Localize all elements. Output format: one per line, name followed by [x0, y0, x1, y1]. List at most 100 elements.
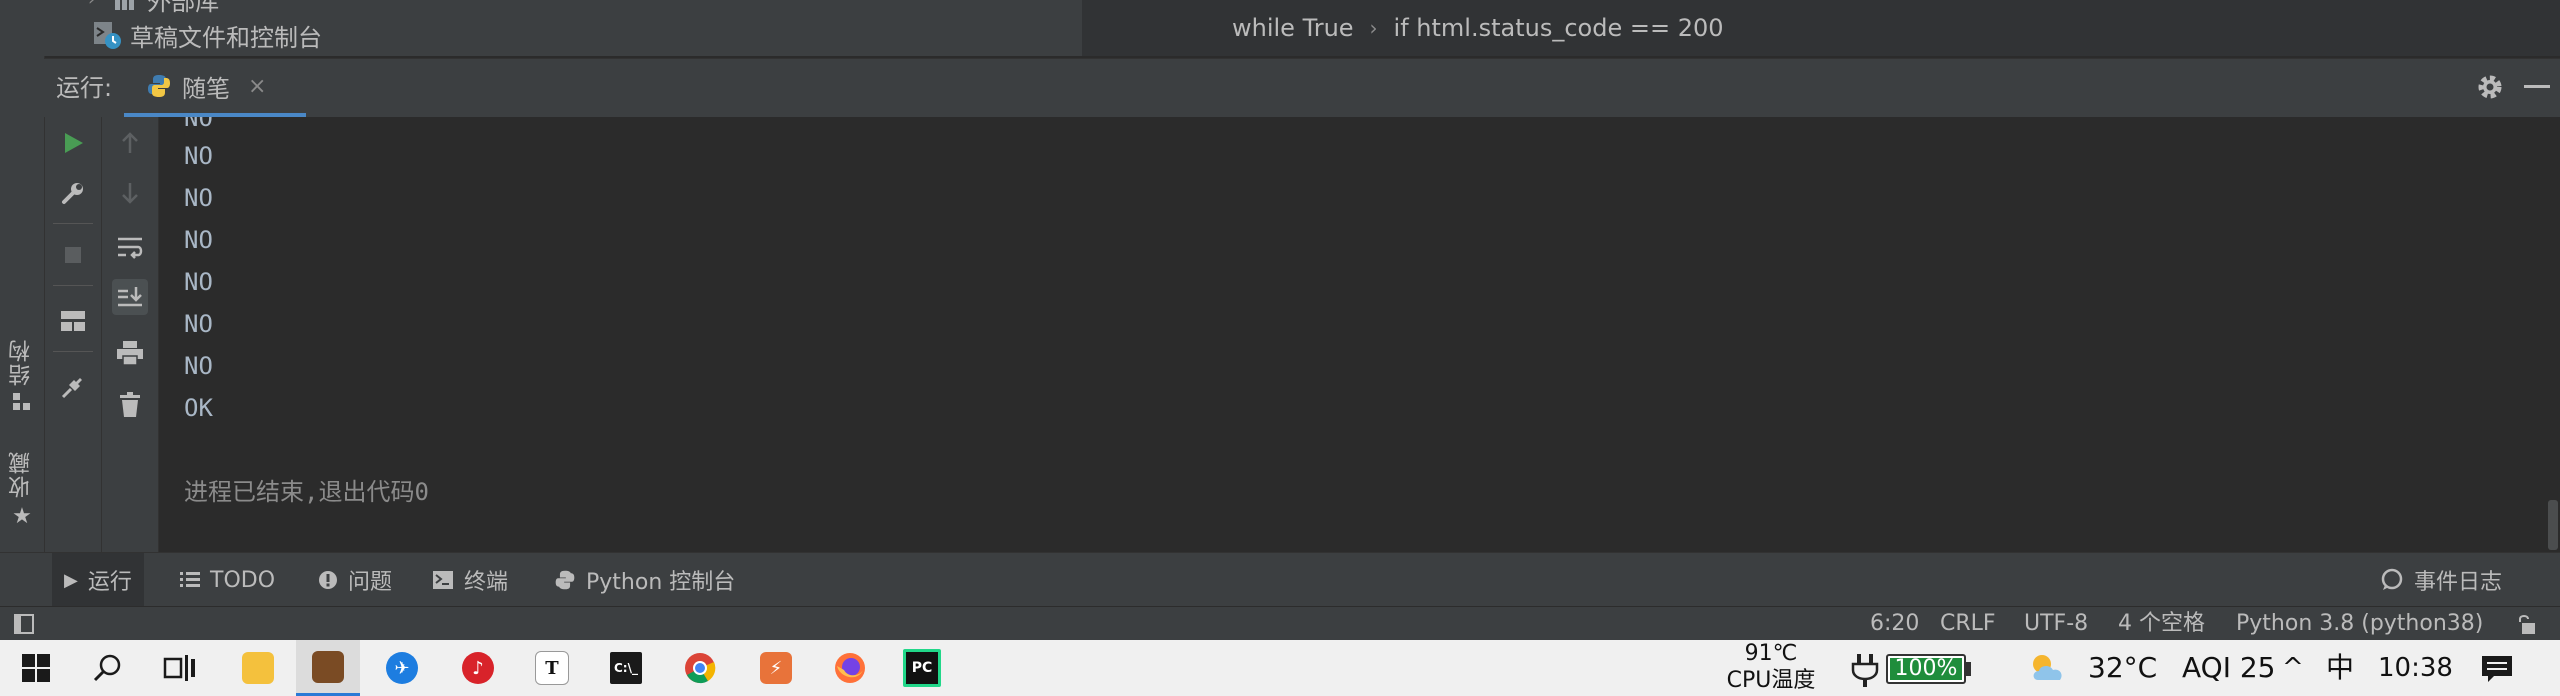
battery-indicator[interactable]: 100% [1886, 654, 1966, 684]
soft-wrap-button[interactable] [112, 229, 148, 265]
left-tool-stripe: 结构 ★ 收藏 [0, 56, 45, 552]
tool-window-bar: ▶ 运行 TODO 问题 终端 Python 控制台 事件日志 [0, 552, 2560, 607]
tree-item-scratches[interactable]: 草稿文件和控制台 [92, 18, 322, 52]
rerun-button[interactable] [55, 125, 91, 161]
tree-item-external-libraries[interactable]: › 外部库 [88, 0, 219, 16]
caret-position[interactable]: 6:20 [1870, 607, 1919, 641]
power-plug-icon[interactable] [1850, 652, 1880, 688]
console-line: NO [184, 352, 213, 380]
cmd-icon: C:\_ [610, 652, 642, 684]
clock[interactable]: 10:38 [2378, 640, 2453, 696]
taskbar-app-file-explorer[interactable] [226, 640, 290, 696]
weather-temperature[interactable]: 32°C [2088, 640, 2157, 696]
structure-tool-button[interactable]: 结构 [4, 338, 40, 412]
layout-button[interactable] [55, 303, 91, 339]
tab-label: 问题 [348, 570, 393, 595]
scroll-to-end-button[interactable] [112, 279, 148, 315]
taskbar-app-powertool[interactable]: ⚡ [744, 640, 808, 696]
edit-configuration-button[interactable] [55, 175, 91, 211]
minimize-icon[interactable] [2524, 85, 2550, 88]
console-line: NO [184, 142, 213, 170]
battery-percent: 100% [1894, 656, 1958, 681]
breadcrumb: while True › if html.status_code == 200 [1096, 0, 2560, 56]
scroll-up-button[interactable] [112, 125, 148, 161]
pin-icon [61, 378, 82, 399]
taskbar-app-pycharm[interactable]: PC [890, 640, 954, 696]
python-console-icon [555, 570, 575, 590]
typora-icon: T [535, 651, 569, 685]
pin-tab-button[interactable] [55, 369, 91, 405]
tab-run[interactable]: ▶ 运行 [52, 553, 144, 607]
air-quality-index[interactable]: AQI 25 [2182, 640, 2276, 696]
favorites-tool-button[interactable]: ★ 收藏 [4, 450, 40, 529]
python-interpreter[interactable]: Python 3.8 (python38) [2236, 607, 2483, 641]
python-icon [148, 75, 170, 97]
tab-label: 运行 [87, 570, 132, 595]
list-icon [180, 572, 200, 587]
taskbar-app-feishu[interactable]: ✈ [370, 640, 434, 696]
firefox-icon [835, 653, 865, 683]
clear-all-button[interactable] [112, 387, 148, 423]
line-separator[interactable]: CRLF [1940, 607, 1996, 641]
tab-python-console[interactable]: Python 控制台 [546, 553, 743, 607]
cpu-temp-value: 91℃ [1744, 641, 1798, 666]
tree-item-label: 外部库 [147, 0, 220, 16]
run-tab-suibi[interactable]: 随笔 × [124, 59, 306, 117]
top-strip: › 外部库 草稿文件和控制台 while True › if html.stat… [0, 0, 2560, 56]
taskbar-app-chrome[interactable] [668, 640, 732, 696]
play-icon [65, 133, 83, 153]
breadcrumb-item-if[interactable]: if html.status_code == 200 [1394, 14, 1724, 42]
lightning-app-icon: ⚡ [760, 652, 792, 684]
taskbar-app-image[interactable] [296, 640, 360, 696]
file-encoding[interactable]: UTF-8 [2024, 607, 2088, 641]
console-output[interactable]: NO NO NO NO NO NO NO OK 进程已结束,退出代码0 [160, 117, 2540, 552]
battery-tip [1966, 662, 1971, 676]
indent-setting[interactable]: 4 个空格 [2118, 607, 2205, 641]
arrow-up-icon [122, 132, 138, 153]
toggle-tool-windows-icon[interactable] [14, 614, 34, 634]
print-icon [117, 341, 143, 366]
console-scrollbar[interactable] [2546, 117, 2560, 552]
problems-icon [319, 571, 337, 589]
notification-center-icon[interactable] [2480, 654, 2514, 684]
cpu-temperature-widget[interactable]: 91℃ CPU温度 [1722, 640, 1820, 696]
scrollbar-thumb[interactable] [2548, 500, 2558, 550]
input-method-indicator[interactable]: 中 [2326, 640, 2354, 696]
taskbar-app-typora[interactable]: T [520, 640, 584, 696]
print-button[interactable] [112, 335, 148, 371]
scroll-down-button[interactable] [112, 175, 148, 211]
tab-terminal[interactable]: 终端 [424, 553, 516, 607]
lock-icon[interactable] [2514, 613, 2536, 635]
stop-button[interactable] [55, 237, 91, 273]
gear-icon[interactable] [2474, 71, 2506, 103]
search-button[interactable] [76, 640, 140, 696]
pycharm-icon: PC [903, 649, 941, 687]
close-icon[interactable]: × [248, 74, 266, 99]
tab-label: TODO [210, 567, 276, 593]
taskbar-app-netease-music[interactable]: ♪ [446, 640, 510, 696]
trash-icon [120, 392, 140, 417]
scroll-to-end-icon [118, 287, 142, 307]
music-app-icon: ♪ [462, 652, 494, 684]
task-view-icon [163, 655, 195, 681]
taskbar-app-terminal[interactable]: C:\_ [594, 640, 658, 696]
tab-todo[interactable]: TODO [172, 553, 283, 607]
tab-event-log[interactable]: 事件日志 [2372, 553, 2510, 607]
weather-cloud-sun-icon[interactable] [2026, 652, 2070, 684]
project-tree: › 外部库 草稿文件和控制台 [44, 0, 1084, 56]
breadcrumb-item-while[interactable]: while True [1232, 14, 1354, 42]
run-toolbar-secondary [102, 117, 159, 552]
tree-item-label: 草稿文件和控制台 [130, 23, 322, 52]
start-button[interactable] [4, 640, 68, 696]
tab-problems[interactable]: 问题 [310, 553, 400, 607]
task-view-button[interactable] [148, 640, 212, 696]
pane-divider[interactable] [1082, 0, 1096, 56]
taskbar-app-firefox[interactable] [818, 640, 882, 696]
process-exit-message: 进程已结束,退出代码0 [184, 478, 429, 506]
show-hidden-icons-chevron-icon[interactable]: ^ [2282, 640, 2304, 696]
toolbar-separator [53, 285, 93, 286]
run-window-header: 运行: 随笔 × [44, 58, 2560, 117]
tab-label: Python 控制台 [586, 570, 736, 595]
expand-arrow-icon[interactable]: › [88, 0, 95, 10]
run-tab-label: 随笔 [182, 74, 230, 103]
